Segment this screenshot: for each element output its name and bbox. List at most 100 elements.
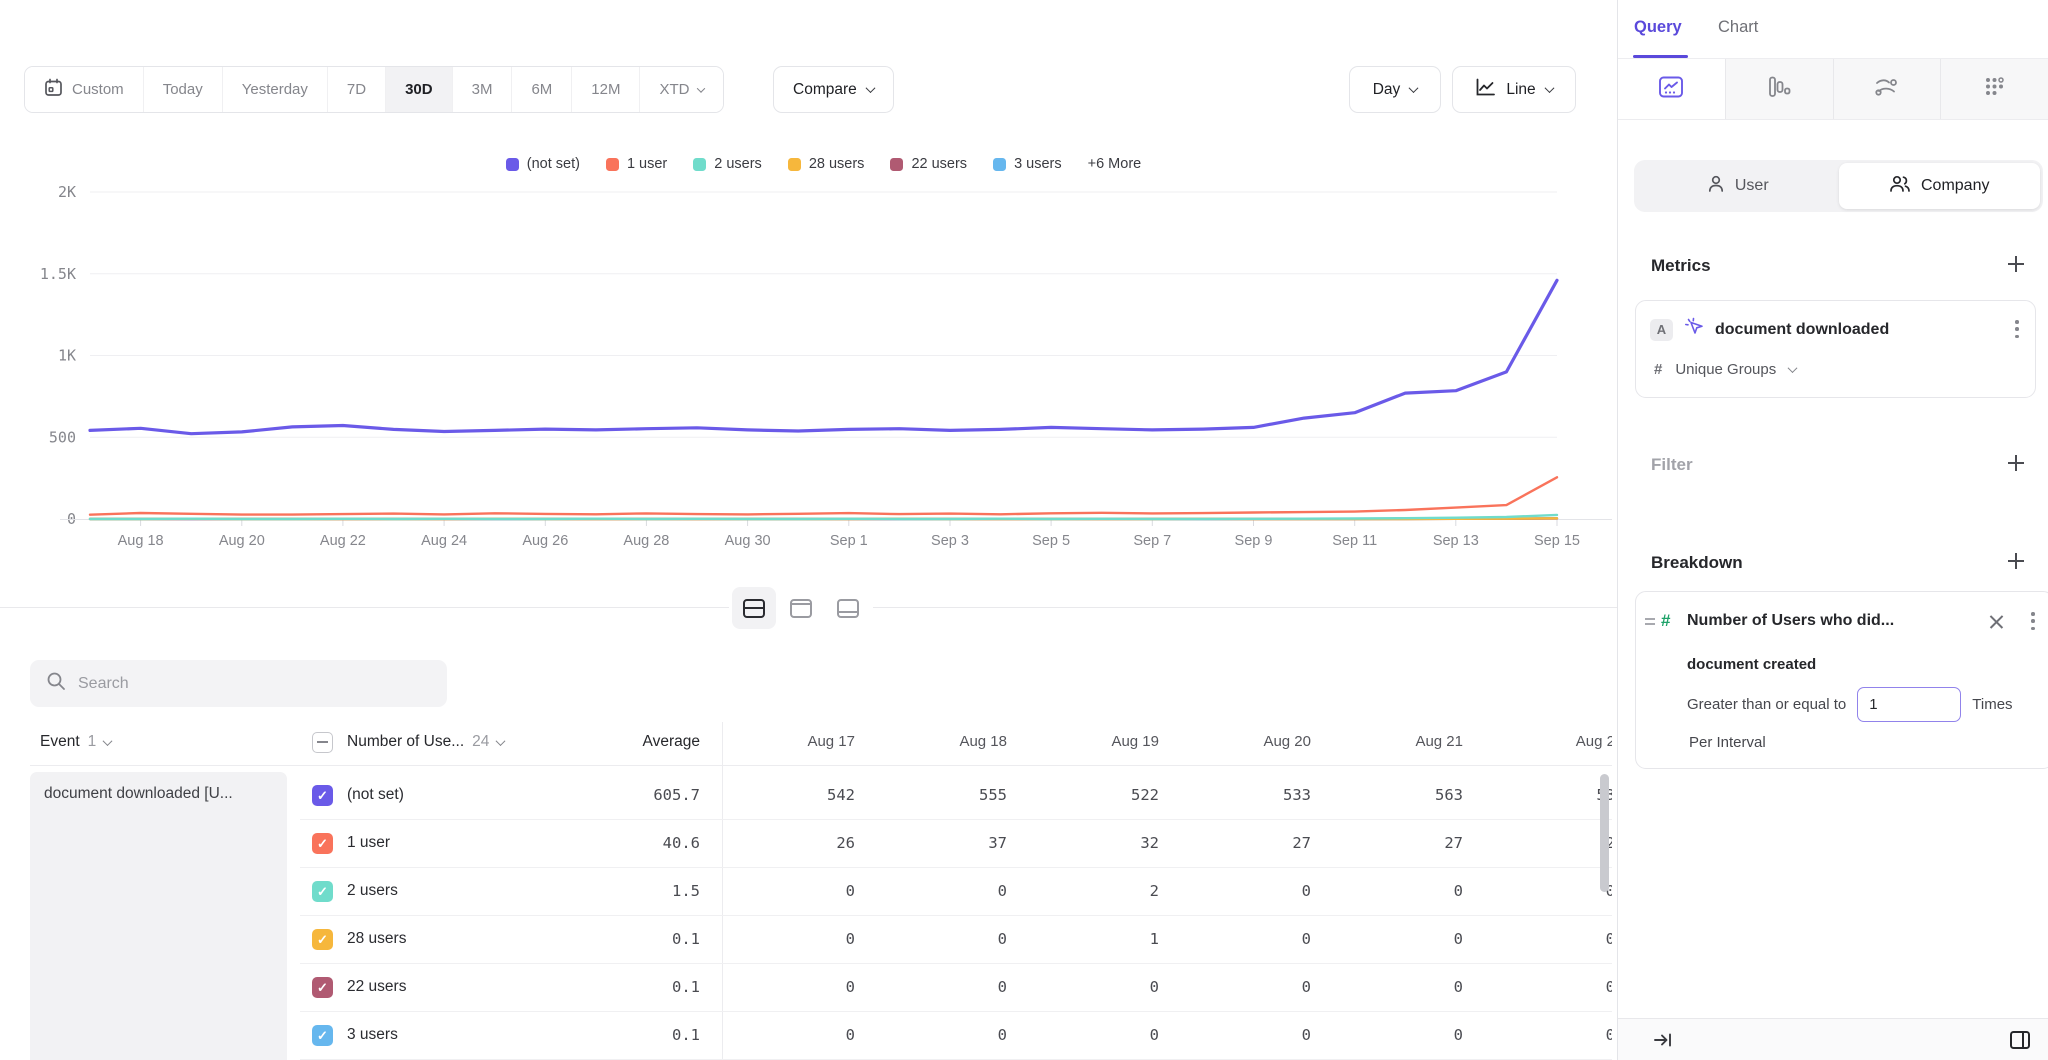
collapse-panel-icon[interactable] <box>1652 1029 1674 1056</box>
chart-kind-line-button[interactable] <box>1618 59 1725 119</box>
date-columns: Aug 17Aug 18Aug 19Aug 20Aug 21Aug 2 <box>703 733 1612 750</box>
breakdown-value-input[interactable] <box>1857 687 1961 722</box>
metric-measure-label: Unique Groups <box>1675 361 1776 378</box>
svg-text:2K: 2K <box>58 183 76 201</box>
svg-text:Aug 18: Aug 18 <box>118 533 164 549</box>
layout-table-button[interactable] <box>826 587 870 629</box>
table-row: ✓22 users0.1000000 <box>0 964 1617 1012</box>
user-icon <box>1707 174 1725 198</box>
svg-text:Sep 13: Sep 13 <box>1433 533 1479 549</box>
series-checkbox[interactable]: ✓ <box>312 833 333 854</box>
series-checkbox[interactable]: ✓ <box>312 1025 333 1046</box>
cell-value: 542 <box>703 786 855 804</box>
series-label: 22 users <box>347 978 406 996</box>
svg-text:Sep 3: Sep 3 <box>931 533 969 549</box>
table-body: ✓(not set)605.754255552253356353✓1 user4… <box>0 772 1617 1060</box>
entity-company-option[interactable]: Company <box>1839 163 2041 209</box>
series-values: 002000 <box>703 882 1612 900</box>
cell-value: 0 <box>1159 882 1311 900</box>
breakdown-card: # Number of Users who did... document cr… <box>1635 591 2048 769</box>
svg-text:Aug 30: Aug 30 <box>725 533 771 549</box>
svg-text:Sep 7: Sep 7 <box>1133 533 1171 549</box>
close-icon[interactable] <box>1989 614 2004 629</box>
cell-value: 32 <box>1007 834 1159 852</box>
series-average: 0.1 <box>560 930 700 948</box>
top-view-icon <box>790 599 812 618</box>
series-values: 26373227272 <box>703 834 1612 852</box>
series-label: 1 user <box>347 834 390 852</box>
cell-value: 0 <box>1159 1026 1311 1044</box>
bar-chart-icon <box>1767 75 1792 104</box>
metric-measure-dropdown[interactable]: # Unique Groups <box>1654 361 1796 378</box>
series-checkbox[interactable]: ✓ <box>312 929 333 950</box>
line-chart-icon <box>1658 75 1684 104</box>
layout-split-button[interactable] <box>732 587 776 629</box>
cell-value: 1 <box>1007 930 1159 948</box>
search-input[interactable] <box>78 675 431 693</box>
breakdown-per-interval-label[interactable]: Per Interval <box>1689 734 1766 751</box>
svg-text:Sep 9: Sep 9 <box>1235 533 1273 549</box>
series-values: 000000 <box>703 1026 1612 1044</box>
cell-value: 37 <box>855 834 1007 852</box>
table-row: ✓3 users0.1000000 <box>0 1012 1617 1060</box>
cell-value: 0 <box>855 930 1007 948</box>
series-column-header[interactable]: Number of Use... 24 <box>347 733 504 751</box>
cell-value: 563 <box>1311 786 1463 804</box>
series-values: 54255552253356353 <box>703 786 1612 804</box>
cell-value: 0 <box>1311 930 1463 948</box>
svg-text:Sep 1: Sep 1 <box>830 533 868 549</box>
layout-chart-button[interactable] <box>779 587 823 629</box>
series-checkbox[interactable]: ✓ <box>312 785 333 806</box>
metric-menu-icon[interactable] <box>2015 320 2019 338</box>
cell-value: 0 <box>855 978 1007 996</box>
svg-text:1K: 1K <box>58 347 76 365</box>
chart-kind-grid-button[interactable] <box>1940 59 2048 119</box>
average-column-header: Average <box>560 733 700 751</box>
breakdown-event-name[interactable]: document created <box>1687 656 1816 673</box>
series-label: 2 users <box>347 882 398 900</box>
event-column-header[interactable]: Event 1 <box>40 733 111 751</box>
breakdown-menu-icon[interactable] <box>2031 612 2035 630</box>
drag-handle-icon[interactable] <box>1645 618 1655 628</box>
split-panel-icon[interactable] <box>2008 1028 2032 1057</box>
svg-text:500: 500 <box>49 428 76 446</box>
date-column-header: Aug 21 <box>1311 733 1463 750</box>
add-filter-icon[interactable] <box>2008 455 2024 471</box>
add-breakdown-icon[interactable] <box>2008 553 2024 569</box>
metric-event-name: document downloaded <box>1715 321 1889 339</box>
chart-kind-bar-button[interactable] <box>1725 59 1833 119</box>
series-label: (not set) <box>347 786 404 804</box>
cell-value: 533 <box>1159 786 1311 804</box>
breakdown-title: Number of Users who did... <box>1687 612 1894 630</box>
tab-chart[interactable]: Chart <box>1718 18 1758 37</box>
series-checkbox[interactable]: ✓ <box>312 881 333 902</box>
table-header: Event 1 Number of Use... 24 Average Aug … <box>0 722 1612 766</box>
entity-user-option[interactable]: User <box>1637 163 1839 209</box>
svg-text:Sep 11: Sep 11 <box>1332 533 1377 549</box>
date-column-header: Aug 2 <box>1463 733 1612 750</box>
main-area: CustomTodayYesterday7D30D3M6M12MXTD Comp… <box>0 0 1617 1060</box>
event-click-icon <box>1684 317 1704 342</box>
table-row: ✓ (not set) 605.754255552253356353 <box>0 772 1617 820</box>
dots-grid-icon <box>1983 75 2006 103</box>
tab-query[interactable]: Query <box>1634 18 1682 37</box>
table-scrollbar[interactable] <box>1600 774 1609 892</box>
cell-value: 0 <box>1007 1026 1159 1044</box>
select-all-checkbox[interactable] <box>312 732 333 753</box>
metric-card[interactable]: A document downloaded # Unique Groups <box>1635 300 2036 398</box>
cell-value: 0 <box>1159 978 1311 996</box>
series-label: 3 users <box>347 1026 398 1044</box>
breakdown-heading: Breakdown <box>1651 553 1743 573</box>
cell-value: 0 <box>1463 930 1612 948</box>
metric-badge: A <box>1650 319 1673 341</box>
breakdown-unit-label: Times <box>1972 696 2012 713</box>
chart-kind-flow-button[interactable] <box>1833 59 1941 119</box>
search-icon <box>46 671 66 696</box>
series-average: 605.7 <box>560 786 700 804</box>
flow-chart-icon <box>1874 76 1900 103</box>
add-metric-icon[interactable] <box>2008 256 2024 272</box>
split-view-icon <box>743 599 765 618</box>
line-chart[interactable]: 05001K1.5K2KAug 18Aug 20Aug 22Aug 24Aug … <box>0 0 1617 620</box>
series-checkbox[interactable]: ✓ <box>312 977 333 998</box>
cell-value: 0 <box>703 882 855 900</box>
